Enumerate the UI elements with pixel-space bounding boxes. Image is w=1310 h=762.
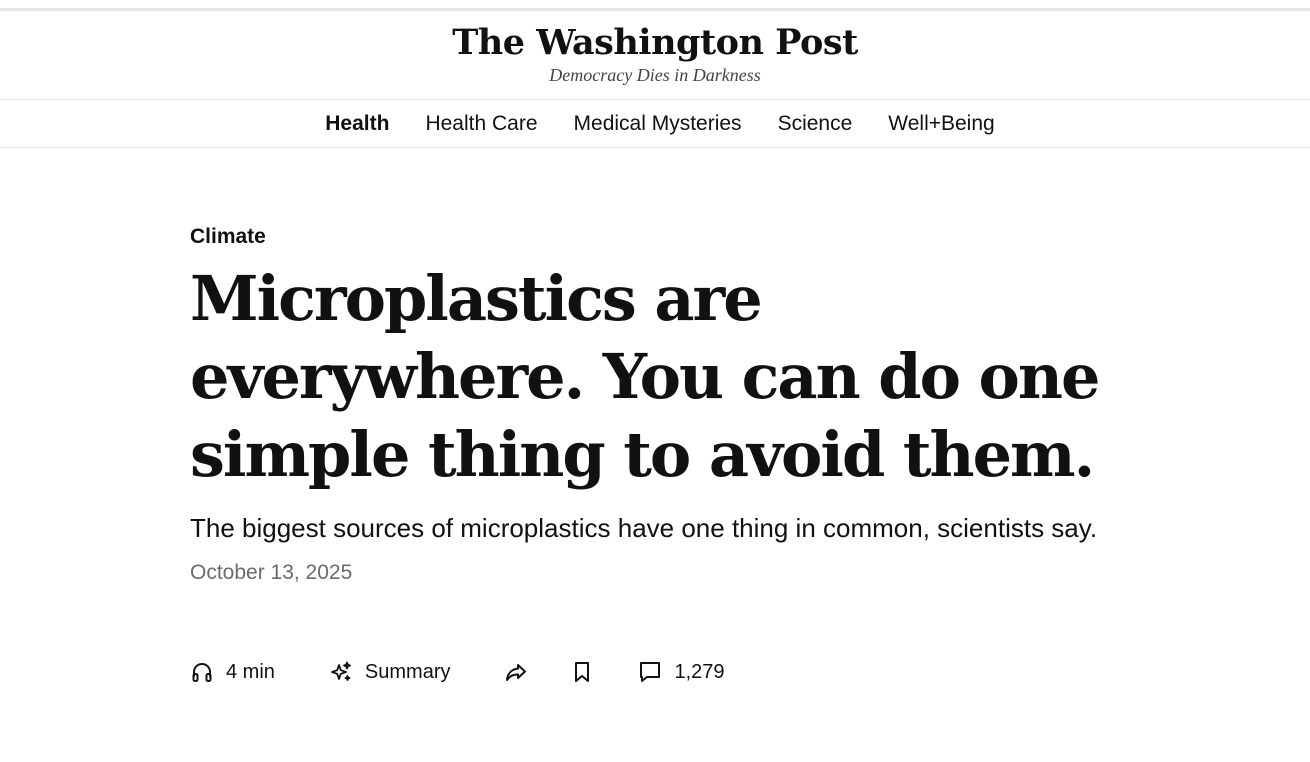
nav-item-medical-mysteries[interactable]: Medical Mysteries bbox=[574, 105, 742, 143]
summary-label: Summary bbox=[364, 660, 451, 683]
section-nav: Health Health Care Medical Mysteries Sci… bbox=[0, 100, 1310, 148]
listen-button[interactable]: 4 min bbox=[190, 660, 275, 684]
comment-count: 1,279 bbox=[674, 660, 725, 683]
site-logo[interactable]: The Washington Post bbox=[0, 21, 1310, 65]
nav-item-science[interactable]: Science bbox=[778, 105, 853, 143]
share-button[interactable] bbox=[504, 660, 528, 684]
comments-button[interactable]: 1,279 bbox=[638, 660, 725, 684]
masthead: The Washington Post Democracy Dies in Da… bbox=[0, 11, 1310, 100]
article-header: Climate Microplastics are everywhere. Yo… bbox=[190, 220, 1130, 588]
nav-item-well-being[interactable]: Well+Being bbox=[888, 105, 994, 143]
listen-duration: 4 min bbox=[226, 660, 275, 683]
summary-button[interactable]: Summary bbox=[329, 660, 451, 684]
save-button[interactable] bbox=[570, 660, 594, 684]
article-actions-bar: 4 min Summary 1,279 bbox=[190, 654, 725, 690]
nav-item-health[interactable]: Health bbox=[325, 105, 389, 143]
article-dek: The biggest sources of microplastics hav… bbox=[190, 513, 1098, 543]
comment-icon bbox=[638, 660, 662, 684]
article-headline: Microplastics are everywhere. You can do… bbox=[190, 262, 1100, 491]
sparkle-icon bbox=[329, 660, 353, 684]
site-tagline: Democracy Dies in Darkness bbox=[549, 65, 761, 85]
headphones-icon bbox=[190, 660, 214, 684]
article-date: October 13, 2025 bbox=[190, 561, 353, 584]
bookmark-icon bbox=[570, 660, 594, 684]
nav-item-health-care[interactable]: Health Care bbox=[425, 105, 537, 143]
share-icon bbox=[504, 660, 528, 684]
article-kicker[interactable]: Climate bbox=[190, 220, 266, 254]
